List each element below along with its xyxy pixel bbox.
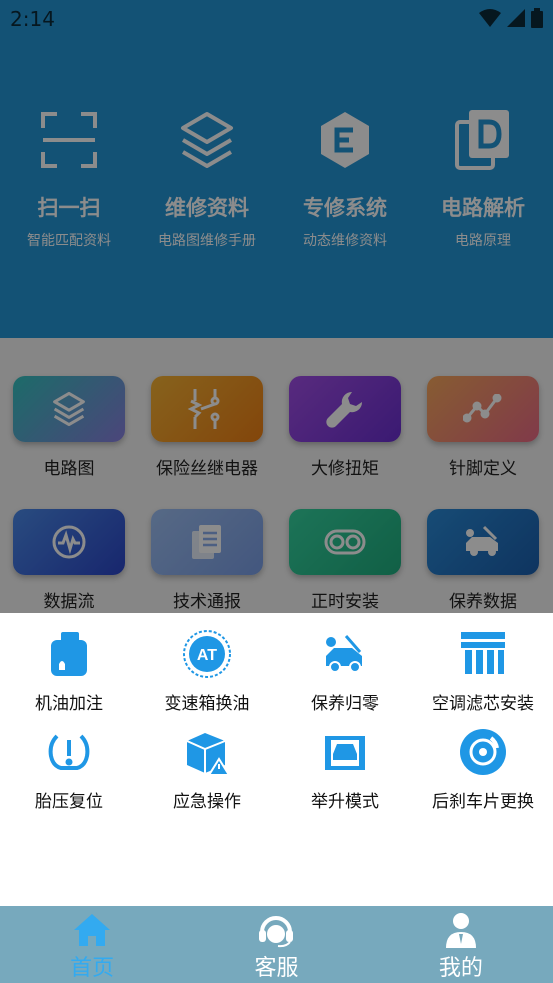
sheet-item-label: 保养归零 (311, 694, 379, 714)
sheet-item-label: 后刹车片更换 (432, 792, 534, 812)
grid-item-overhaul-torque[interactable]: 大修扭矩 (276, 376, 414, 479)
nav-item-profile[interactable]: 我的 (369, 906, 553, 983)
status-time: 2:14 (10, 7, 55, 31)
feature-grid-row-1: 电路图 保险丝继电器 大修扭矩 针脚定义 (0, 376, 553, 479)
top-item-title: 维修资料 (165, 196, 249, 220)
sheet-item-label: 胎压复位 (35, 792, 103, 812)
sheet-item-transmission-oil[interactable]: AT 变速箱换油 (138, 629, 276, 714)
grid-item-label: 大修扭矩 (311, 459, 379, 479)
wrench-icon (326, 391, 363, 428)
header-panel: 2:14 扫一扫 智能匹配资料 维修资料 电路图维修手册 专修系统 动态维修资料… (0, 0, 553, 338)
top-item-title: 电路解析 (441, 196, 525, 220)
nav-item-label: 我的 (438, 956, 483, 981)
grid-item-maintenance-data[interactable]: 保养数据 (414, 509, 552, 612)
grid-tile (289, 509, 401, 575)
wifi-icon (479, 9, 501, 27)
layers-icon (175, 108, 239, 172)
profile-icon (445, 913, 476, 948)
sheet-item-label: 空调滤芯安装 (432, 694, 534, 714)
grid-item-label: 保险丝继电器 (156, 459, 258, 479)
top-item-title: 专修系统 (303, 196, 387, 220)
hexagon-e-icon (313, 108, 377, 172)
signal-icon (507, 9, 525, 27)
bottom-navigation: 首页 客服 我的 (0, 906, 553, 983)
ac-filter-icon (458, 629, 508, 679)
nav-item-home[interactable]: 首页 (0, 906, 184, 983)
grid-item-circuit-diagram[interactable]: 电路图 (0, 376, 138, 479)
sheet-row-2: 胎压复位 应急操作 举升模式 后刹车片更换 (0, 727, 553, 812)
car-lift-icon (320, 727, 370, 777)
grid-tile (427, 376, 539, 442)
sheet-item-emergency-operation[interactable]: 应急操作 (138, 727, 276, 812)
top-item-special-system[interactable]: 专修系统 动态维修资料 (276, 108, 414, 250)
top-item-circuit-analysis[interactable]: 电路解析 电路原理 (414, 108, 552, 250)
brake-disc-icon (458, 727, 508, 777)
sheet-item-label: 机油加注 (35, 694, 103, 714)
headset-icon (259, 916, 294, 948)
grid-item-tech-bulletin[interactable]: 技术通报 (138, 509, 276, 612)
top-item-subtitle: 动态维修资料 (303, 233, 387, 249)
files-icon (192, 525, 221, 559)
car-service-icon (466, 525, 498, 556)
sheet-item-oil-fill[interactable]: 机油加注 (0, 629, 138, 714)
grid-tile (289, 376, 401, 442)
grid-tile (13, 376, 125, 442)
at-gear-icon: AT (182, 629, 232, 679)
sheet-item-ac-filter[interactable]: 空调滤芯安装 (414, 629, 552, 714)
bottom-sheet: 机油加注 AT 变速箱换油 保养归零 空调滤芯安装 胎压复位 应急操作 举升模式… (0, 613, 553, 906)
grid-tile (427, 509, 539, 575)
top-item-subtitle: 智能匹配资料 (27, 233, 111, 249)
grid-item-fuse-relay[interactable]: 保险丝继电器 (138, 376, 276, 479)
sheet-row-1: 机油加注 AT 变速箱换油 保养归零 空调滤芯安装 (0, 629, 553, 714)
sheet-item-tire-pressure-reset[interactable]: 胎压复位 (0, 727, 138, 812)
grid-item-data-stream[interactable]: 数据流 (0, 509, 138, 612)
grid-tile (13, 509, 125, 575)
emergency-box-icon (182, 727, 232, 777)
feature-grid-row-2: 数据流 技术通报 正时安装 保养数据 (0, 509, 553, 612)
grid-tile (151, 376, 263, 442)
top-item-repair-docs[interactable]: 维修资料 电路图维修手册 (138, 108, 276, 250)
sheet-item-maintenance-reset[interactable]: 保养归零 (276, 629, 414, 714)
document-d-icon (451, 108, 515, 172)
circuit-icon (187, 389, 220, 429)
sheet-item-label: 应急操作 (173, 792, 241, 812)
tire-pressure-icon (44, 727, 94, 777)
grid-item-timing-install[interactable]: 正时安装 (276, 509, 414, 612)
sheet-item-label: 变速箱换油 (164, 694, 250, 714)
grid-item-label: 电路图 (43, 459, 95, 479)
oil-can-icon (44, 629, 94, 679)
timing-belt-icon (324, 529, 366, 555)
top-item-subtitle: 电路图维修手册 (158, 233, 256, 249)
nav-item-label: 客服 (254, 956, 299, 981)
grid-item-label: 正时安装 (311, 592, 379, 612)
data-flow-icon (52, 525, 86, 559)
grid-tile (151, 509, 263, 575)
scan-icon (37, 108, 101, 172)
grid-item-label: 保养数据 (449, 592, 517, 612)
car-service-icon (320, 629, 370, 679)
nav-item-customer-service[interactable]: 客服 (184, 906, 368, 983)
svg-text:AT: AT (197, 647, 217, 664)
grid-item-pin-definition[interactable]: 针脚定义 (414, 376, 552, 479)
feature-grid: 电路图 保险丝继电器 大修扭矩 针脚定义 数据流 技术通报 正时安装 保养数据 (0, 338, 553, 613)
sheet-item-label: 举升模式 (311, 792, 379, 812)
top-item-scan[interactable]: 扫一扫 智能匹配资料 (0, 108, 138, 250)
sheet-item-lift-mode[interactable]: 举升模式 (276, 727, 414, 812)
nav-item-label: 首页 (70, 956, 115, 981)
status-icons (479, 8, 543, 28)
sheet-item-rear-brake-pad[interactable]: 后刹车片更换 (414, 727, 552, 812)
top-item-title: 扫一扫 (37, 196, 101, 220)
grid-item-label: 针脚定义 (449, 459, 517, 479)
pin-graph-icon (463, 394, 502, 423)
grid-item-label: 数据流 (43, 592, 95, 612)
layers-icon (53, 391, 85, 427)
status-bar: 2:14 (0, 0, 553, 38)
top-item-subtitle: 电路原理 (455, 233, 511, 249)
home-icon (74, 914, 111, 946)
top-feature-row: 扫一扫 智能匹配资料 维修资料 电路图维修手册 专修系统 动态维修资料 电路解析… (0, 108, 553, 250)
grid-item-label: 技术通报 (173, 592, 241, 612)
battery-icon (531, 8, 543, 28)
